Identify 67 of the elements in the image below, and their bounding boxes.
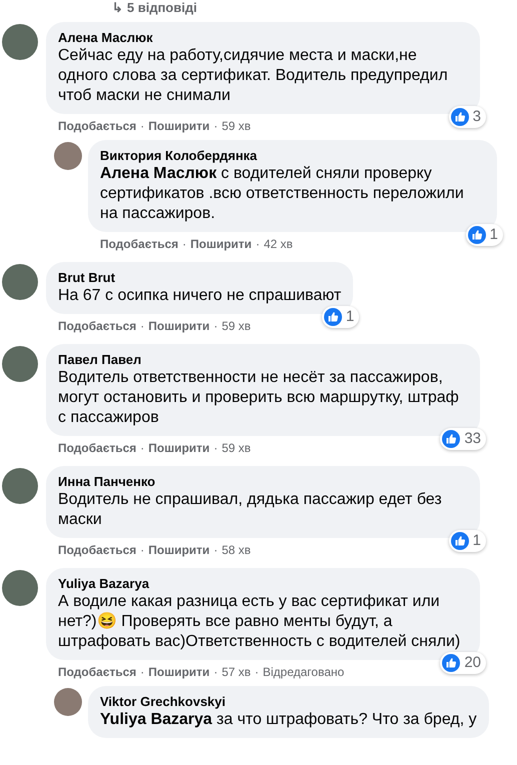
author-name[interactable]: Алена Маслюк bbox=[58, 30, 468, 46]
comment-text: Yuliya Bazarya за что штрафовать? Что за бред, у bbox=[100, 710, 477, 730]
reaction-count[interactable]: 1 bbox=[466, 224, 503, 246]
separator-dot: · bbox=[214, 664, 218, 680]
avatar[interactable] bbox=[2, 264, 38, 300]
author-name[interactable]: Viktor Grechkovskyi bbox=[100, 694, 477, 710]
view-replies-link[interactable]: 5 відповіді bbox=[127, 0, 197, 18]
action-link[interactable]: Поширити bbox=[148, 118, 210, 134]
timestamp[interactable]: 42 хв bbox=[264, 236, 293, 252]
action-link[interactable]: Подобається bbox=[58, 318, 136, 334]
timestamp[interactable]: 59 хв bbox=[222, 318, 251, 334]
separator-dot: · bbox=[182, 236, 186, 252]
timestamp[interactable]: 59 хв bbox=[222, 118, 251, 134]
separator-dot: · bbox=[214, 440, 218, 456]
avatar[interactable] bbox=[2, 24, 38, 60]
timestamp[interactable]: 57 хв bbox=[222, 664, 251, 680]
avatar[interactable] bbox=[54, 688, 82, 716]
reaction-count[interactable]: 1 bbox=[322, 306, 360, 328]
action-link[interactable]: Подобається bbox=[58, 118, 136, 134]
separator-dot: · bbox=[254, 664, 259, 680]
separator-dot: · bbox=[140, 118, 144, 134]
reaction-count[interactable]: 33 bbox=[440, 428, 486, 450]
author-name[interactable]: Brut Brut bbox=[58, 270, 342, 286]
action-link[interactable]: Подобається bbox=[100, 236, 178, 252]
action-link[interactable]: Поширити bbox=[148, 542, 210, 558]
action-link[interactable]: Поширити bbox=[148, 664, 210, 680]
thumbs-up-icon bbox=[442, 654, 460, 672]
avatar[interactable] bbox=[2, 346, 38, 382]
action-link[interactable]: Поширити bbox=[148, 440, 210, 456]
reaction-count[interactable]: 3 bbox=[448, 106, 486, 128]
separator-dot: · bbox=[140, 542, 144, 558]
separator-dot: · bbox=[256, 236, 260, 252]
separator-dot: · bbox=[214, 118, 218, 134]
action-link[interactable]: Подобається bbox=[58, 542, 136, 558]
author-name[interactable]: Павел Павел bbox=[58, 352, 468, 368]
separator-dot: · bbox=[214, 542, 218, 558]
author-name[interactable]: Инна Панченко bbox=[58, 474, 468, 490]
thumbs-up-icon bbox=[442, 430, 460, 448]
comment-text: Водитель ответственности не несёт за пассажиров, могут остановить и проверить всю маршрутку, штраф с пассажиров bbox=[58, 368, 460, 428]
avatar[interactable] bbox=[2, 468, 38, 504]
thumbs-up-icon bbox=[450, 532, 469, 550]
author-name[interactable]: Виктория Колобердянка bbox=[100, 148, 485, 164]
separator-dot: · bbox=[140, 318, 144, 334]
action-link[interactable]: Поширити bbox=[148, 318, 210, 334]
avatar[interactable] bbox=[54, 142, 82, 170]
reply-arrow-icon: ↳ bbox=[112, 0, 123, 18]
timestamp[interactable]: 59 хв bbox=[222, 440, 251, 456]
thumbs-up-icon bbox=[324, 308, 342, 326]
comment-text: Водитель не спрашивал, дядька пассажир едет без маски bbox=[58, 490, 443, 530]
separator-dot: · bbox=[140, 440, 144, 456]
comment-text: На 67 с осипка ничего не спрашивают bbox=[58, 286, 342, 306]
edited-label: Відредаговано bbox=[262, 664, 344, 680]
author-name[interactable]: Yuliya Bazarya bbox=[58, 576, 468, 592]
thumbs-up-icon bbox=[468, 226, 486, 244]
reaction-count[interactable]: 1 bbox=[448, 530, 486, 552]
separator-dot: · bbox=[214, 318, 218, 334]
reaction-count[interactable]: 20 bbox=[440, 652, 486, 674]
comment-text: Алена Маслюк с водителей сняли проверку сертификатов .всю ответственность переложили на пассажиров. bbox=[100, 164, 465, 224]
comment-text: А водиле какая разница есть у вас сертификат или нет?)😆 Проверять все равно менты будут, а штрафовать вас)Ответственность с водителей сняли) bbox=[58, 592, 462, 652]
timestamp[interactable]: 58 хв bbox=[222, 542, 251, 558]
action-link[interactable]: Поширити bbox=[190, 236, 252, 252]
action-link[interactable]: Подобається bbox=[58, 440, 136, 456]
separator-dot: · bbox=[140, 664, 144, 680]
comment-text: Сейчас еду на работу,сидячие места и маски,не одного слова за сертификат. Водитель предупредил чтоб маски не снимали bbox=[58, 46, 449, 106]
thumbs-up-icon bbox=[450, 108, 469, 126]
avatar[interactable] bbox=[2, 570, 38, 606]
action-link[interactable]: Подобається bbox=[58, 664, 136, 680]
